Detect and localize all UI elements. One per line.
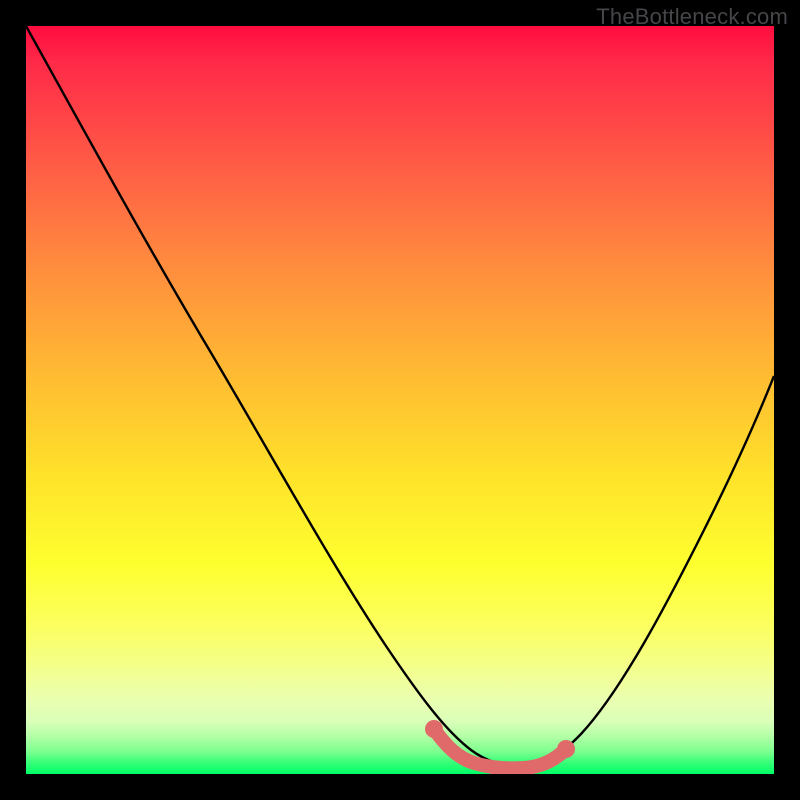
bottleneck-curve — [26, 26, 774, 766]
plot-area — [26, 26, 774, 774]
highlight-end-dot — [557, 740, 575, 758]
highlight-start-dot — [425, 720, 443, 738]
bottleneck-curve-svg — [26, 26, 774, 774]
highlight-segment — [434, 729, 566, 768]
chart-frame: TheBottleneck.com — [0, 0, 800, 800]
